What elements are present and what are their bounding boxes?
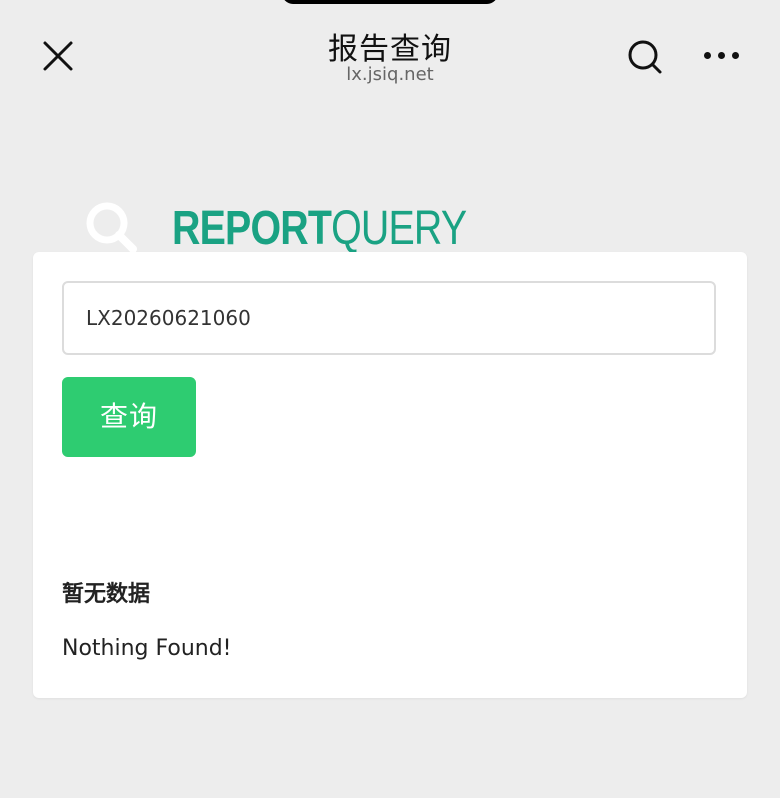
- more-options-button[interactable]: [700, 38, 744, 74]
- search-button[interactable]: [624, 36, 666, 78]
- logo-text-bold: REPORT: [172, 202, 332, 255]
- more-dots-icon: [704, 52, 711, 59]
- no-data-message: Nothing Found!: [62, 636, 232, 661]
- top-navigation-bar: 报告查询 lx.jsiq.net: [0, 0, 780, 100]
- logo-wordmark: REPORTQUERY: [172, 200, 467, 258]
- logo-text-light: QUERY: [331, 202, 467, 255]
- report-number-input[interactable]: [62, 281, 716, 355]
- search-icon: [628, 40, 662, 74]
- no-data-title: 暂无数据: [62, 582, 151, 607]
- report-query-logo: REPORTQUERY: [84, 196, 467, 258]
- more-dots-icon: [732, 52, 739, 59]
- more-dots-icon: [718, 52, 725, 59]
- query-button[interactable]: 查询: [62, 377, 196, 457]
- magnifier-icon: [86, 202, 137, 253]
- query-card: 查询 暂无数据 Nothing Found!: [33, 252, 747, 698]
